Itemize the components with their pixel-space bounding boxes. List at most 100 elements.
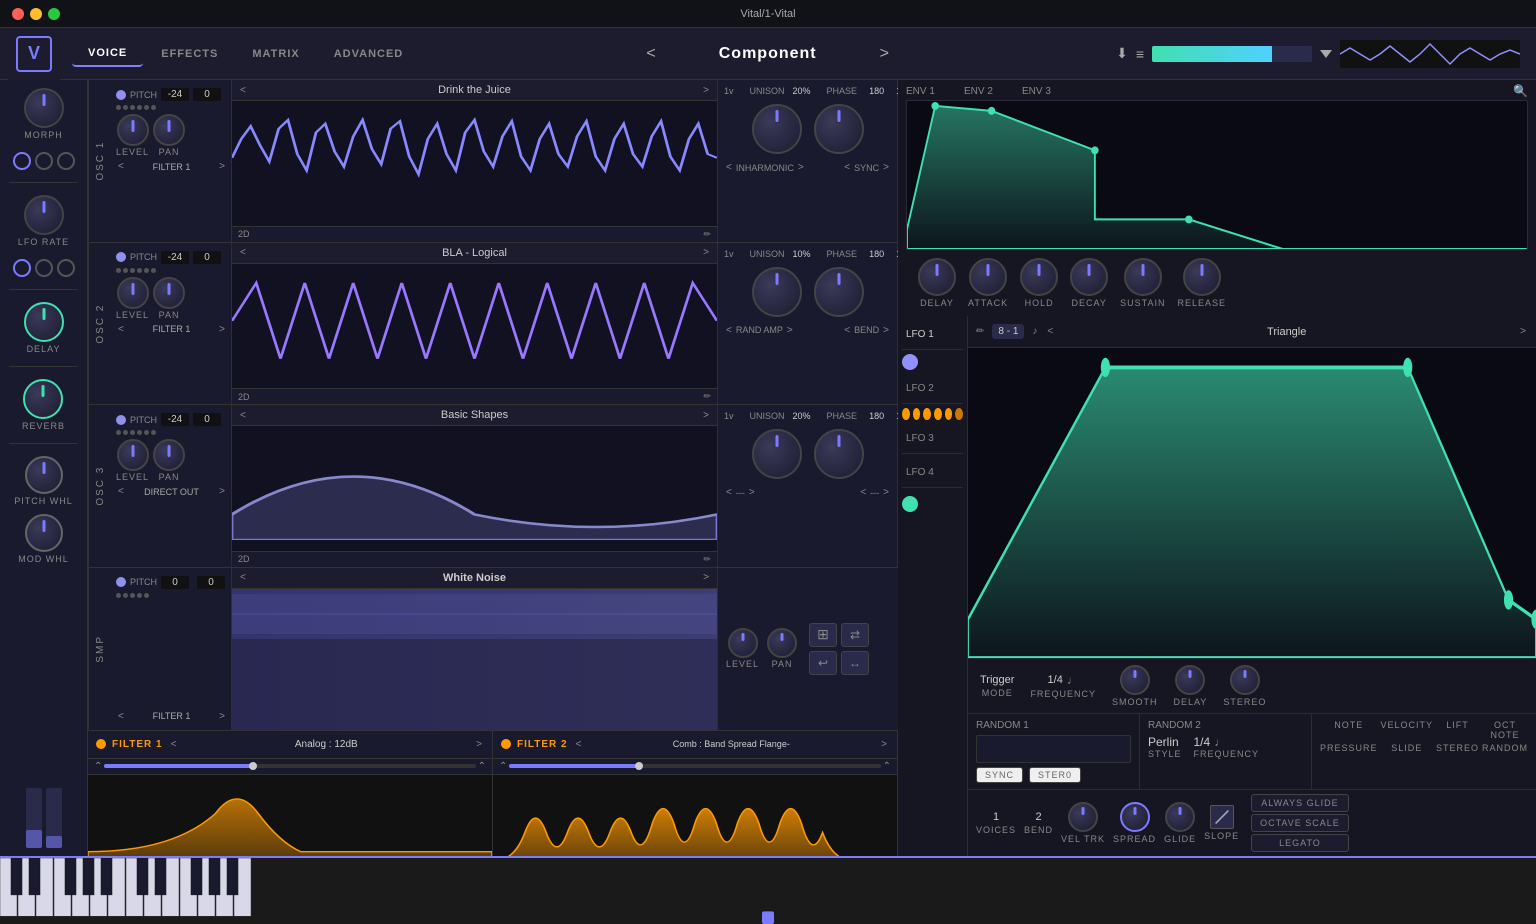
master-volume-bar[interactable] xyxy=(1152,46,1312,62)
lfo-stereo-knob[interactable] xyxy=(1230,665,1260,695)
smp-level-knob[interactable] xyxy=(728,628,758,658)
osc3-filter-next[interactable]: > xyxy=(217,486,227,497)
lfo2-dot-6[interactable] xyxy=(955,408,963,420)
osc3-phase-knob[interactable] xyxy=(814,429,864,479)
lfo-circle-2[interactable] xyxy=(35,259,53,277)
osc3-filter-prev[interactable]: < xyxy=(116,486,126,497)
always-glide-btn[interactable]: ALWAYS GLIDE xyxy=(1251,794,1349,812)
slider-1[interactable] xyxy=(26,788,42,848)
osc3-pitch-right[interactable]: 0 xyxy=(193,413,221,426)
smp-stretch-icon[interactable]: ↔ xyxy=(841,651,869,675)
lfo2-dot-4[interactable] xyxy=(934,408,942,420)
filter1-prev[interactable]: < xyxy=(169,739,179,750)
osc3-mod-prev[interactable]: < xyxy=(724,487,734,498)
filter2-prev[interactable]: < xyxy=(574,739,584,750)
preset-next[interactable]: > xyxy=(880,45,889,63)
osc2-pitch-right[interactable]: 0 xyxy=(193,251,221,264)
tab-matrix[interactable]: MATRIX xyxy=(236,41,315,67)
lfo2-dot-2[interactable] xyxy=(913,408,921,420)
osc3-pan-knob[interactable] xyxy=(153,439,185,471)
lfo-circle-3[interactable] xyxy=(57,259,75,277)
smp-shuffle-icon[interactable]: ⇄ xyxy=(841,623,869,647)
lfo-circle-1[interactable] xyxy=(13,259,31,277)
close-button[interactable] xyxy=(12,8,24,20)
osc1-mod-next[interactable]: > xyxy=(796,162,806,173)
smp-save-icon[interactable]: ⊞ xyxy=(809,623,837,647)
osc1-pan-knob[interactable] xyxy=(153,114,185,146)
osc2-unison-knob[interactable] xyxy=(752,267,802,317)
osc2-filter-next[interactable]: > xyxy=(217,324,227,335)
spread-knob[interactable] xyxy=(1120,802,1150,832)
random1-stereo-btn[interactable]: STER0 xyxy=(1029,767,1081,783)
lfo-delay-knob[interactable] xyxy=(1175,665,1205,695)
slider-2[interactable] xyxy=(46,788,62,848)
filter2-next[interactable]: > xyxy=(879,739,889,750)
smp-pitch-left[interactable]: 0 xyxy=(161,576,189,589)
env-release-knob[interactable] xyxy=(1183,258,1221,296)
osc3-unison-knob[interactable] xyxy=(752,429,802,479)
env-attack-knob[interactable] xyxy=(969,258,1007,296)
osc2-wave-prev[interactable]: < xyxy=(238,247,248,258)
smp-pan-knob[interactable] xyxy=(767,628,797,658)
osc1-sync-prev[interactable]: < xyxy=(842,162,852,173)
osc2-wave-next[interactable]: > xyxy=(701,247,711,258)
osc1-power[interactable] xyxy=(116,90,126,100)
osc2-edit-icon[interactable]: ✏ xyxy=(703,391,711,402)
tab-voice[interactable]: VOICE xyxy=(72,41,143,67)
env-decay-knob[interactable] xyxy=(1070,258,1108,296)
octave-scale-btn[interactable]: OCTAVE SCALE xyxy=(1251,814,1349,832)
glide-knob[interactable] xyxy=(1165,802,1195,832)
osc3-sync-prev[interactable]: < xyxy=(858,487,868,498)
osc2-mod-prev[interactable]: < xyxy=(724,325,734,336)
lfo1-color-dot[interactable] xyxy=(902,354,918,370)
osc2-level-knob[interactable] xyxy=(117,277,149,309)
preset-prev[interactable]: < xyxy=(646,45,655,63)
lfo1-pencil-icon[interactable]: ✏ xyxy=(976,326,984,337)
osc2-pan-knob[interactable] xyxy=(153,277,185,309)
env-delay-knob[interactable] xyxy=(918,258,956,296)
osc2-sync-next[interactable]: > xyxy=(881,325,891,336)
osc1-pitch-right[interactable]: 0 xyxy=(193,88,221,101)
osc3-mod-next[interactable]: > xyxy=(747,487,757,498)
osc3-level-knob[interactable] xyxy=(117,439,149,471)
mod-whl-knob[interactable] xyxy=(25,514,63,552)
osc1-sync-next[interactable]: > xyxy=(881,162,891,173)
osc2-mod-next[interactable]: > xyxy=(785,325,795,336)
legato-btn[interactable]: LEGATO xyxy=(1251,834,1349,852)
lfo1-shape-next[interactable]: > xyxy=(1518,326,1528,337)
smp-wave-prev[interactable]: < xyxy=(238,572,248,583)
osc-circle-1[interactable] xyxy=(13,152,31,170)
maximize-button[interactable] xyxy=(48,8,60,20)
osc1-wave-next[interactable]: > xyxy=(701,85,711,96)
osc3-sync-next[interactable]: > xyxy=(881,487,891,498)
env-search-icon[interactable]: 🔍 xyxy=(1513,84,1528,98)
lfo-rate-knob[interactable] xyxy=(24,195,64,235)
smp-filter-next[interactable]: > xyxy=(217,711,227,722)
osc1-phase-knob[interactable] xyxy=(814,104,864,154)
osc1-edit-icon[interactable]: ✏ xyxy=(703,229,711,240)
slope-display[interactable] xyxy=(1210,805,1234,829)
osc-circle-3[interactable] xyxy=(57,152,75,170)
lfo2-dot-1[interactable] xyxy=(902,408,910,420)
osc1-pitch-val[interactable]: -24 xyxy=(161,88,189,101)
smp-filter-prev[interactable]: < xyxy=(116,711,126,722)
minimize-button[interactable] xyxy=(30,8,42,20)
lfo2-dot-3[interactable] xyxy=(923,408,931,420)
save-icon[interactable]: ⬇ xyxy=(1116,45,1128,62)
smp-pitch-right[interactable]: 0 xyxy=(197,576,225,589)
osc1-wave-prev[interactable]: < xyxy=(238,85,248,96)
reverb-knob[interactable] xyxy=(23,379,63,419)
osc-circle-2[interactable] xyxy=(35,152,53,170)
lfo-smooth-knob[interactable] xyxy=(1120,665,1150,695)
osc1-mod-prev[interactable]: < xyxy=(724,162,734,173)
osc1-filter-prev[interactable]: < xyxy=(116,161,126,172)
vel-trk-knob[interactable] xyxy=(1068,802,1098,832)
env-sustain-knob[interactable] xyxy=(1124,258,1162,296)
osc2-filter-prev[interactable]: < xyxy=(116,324,126,335)
osc3-wave-prev[interactable]: < xyxy=(238,410,248,421)
lfo2-dot-5[interactable] xyxy=(945,408,953,420)
osc3-power[interactable] xyxy=(116,415,126,425)
filter1-next[interactable]: > xyxy=(474,739,484,750)
osc1-filter-next[interactable]: > xyxy=(217,161,227,172)
lfo1-tune-icon[interactable]: ♪ xyxy=(1032,326,1037,337)
